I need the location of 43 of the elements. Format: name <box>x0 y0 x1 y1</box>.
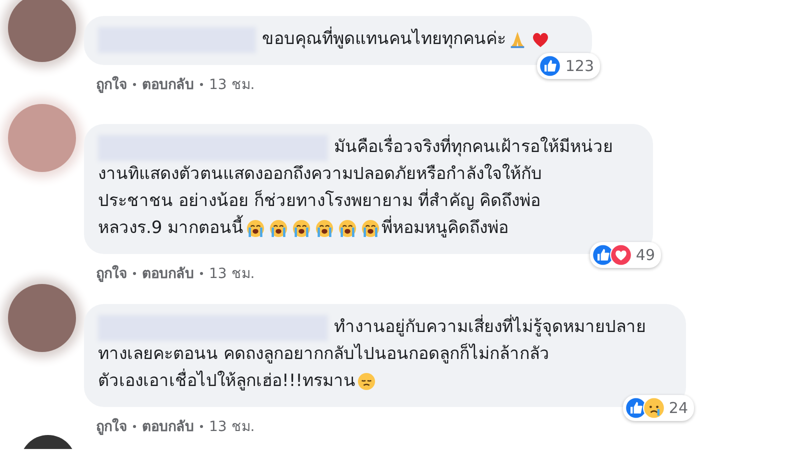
comment-text: มันคือเรื่อวจริงที่ทุกคนเฝ้ารอให้มีหน่วย <box>334 134 613 161</box>
separator-dot <box>200 272 203 274</box>
crying-face-icon <box>314 219 334 238</box>
separator-dot <box>200 424 203 428</box>
reaction-count: 123 <box>565 57 594 75</box>
comment-text: หลวงร.9 มากตอนนี้ <box>98 215 244 242</box>
comment-text: ตัวเองเอาเชื่อไปให้ลูกเฮ่อ!!!ทรมาน <box>98 368 356 395</box>
crying-face-icon <box>246 219 265 238</box>
avatar-placeholder <box>8 284 76 352</box>
avatar-placeholder <box>8 0 76 62</box>
separator-dot <box>133 82 136 86</box>
timestamp[interactable]: 13 ชม. <box>209 262 255 284</box>
crying-face-icon <box>268 219 288 238</box>
separator-dot <box>133 424 136 428</box>
action-link[interactable]: ตอบกลับ <box>142 73 194 95</box>
action-link[interactable]: ถูกใจ <box>96 73 127 95</box>
reaction-badge[interactable]: 24 <box>622 395 694 421</box>
sad-face-icon <box>357 372 376 391</box>
reaction-count: 49 <box>636 246 655 264</box>
heart-reaction-icon <box>610 244 632 266</box>
comment-text: ทางเลยคะตอนน คดถงลูกอยากกลับไปนอนกอดลูกก็ไม่กล้ากลัว <box>98 342 550 366</box>
reaction-badge[interactable]: 49 <box>590 242 661 268</box>
action-link[interactable]: ตอบกลับ <box>142 262 194 284</box>
action-link[interactable]: ถูกใจ <box>96 415 127 437</box>
crying-face-icon <box>360 219 380 238</box>
comment-text: ทำงานอยู่กับความเสี่ยงที่ไม่รู้จุดหมายปลาย <box>334 314 646 341</box>
sad-reaction-icon <box>642 397 665 419</box>
heart-icon <box>531 30 550 49</box>
crying-face-icon <box>338 219 357 238</box>
separator-dot <box>200 82 203 86</box>
action-link[interactable]: ตอบกลับ <box>142 415 194 437</box>
timestamp[interactable]: 13 ชม. <box>209 415 255 437</box>
separator-dot <box>133 272 136 274</box>
comment-text: พี่หอมหนูคิดถึงพ่อ <box>382 215 509 242</box>
timestamp[interactable]: 13 ชม. <box>209 73 255 95</box>
crying-face-icon <box>292 219 311 238</box>
comment-text: งานทิแสดงตัวตนแสดงออกถึงความปลอดภัยหรือกำลังใจให้กับ <box>98 162 542 186</box>
reaction-badge[interactable]: 123 <box>537 53 600 79</box>
comment-text: ขอบคุณที่พูดแทนคนไทยทุกคนค่ะ <box>262 26 506 53</box>
action-link[interactable]: ถูกใจ <box>96 262 127 284</box>
comment-text: ประชาชน อย่างน้อย ก็ช่วยทางโรงพยายาม ที่สำคัญ คิดถึงพ่อ <box>98 188 541 215</box>
reaction-count: 24 <box>668 399 688 417</box>
thumbs-up-icon <box>539 55 562 77</box>
